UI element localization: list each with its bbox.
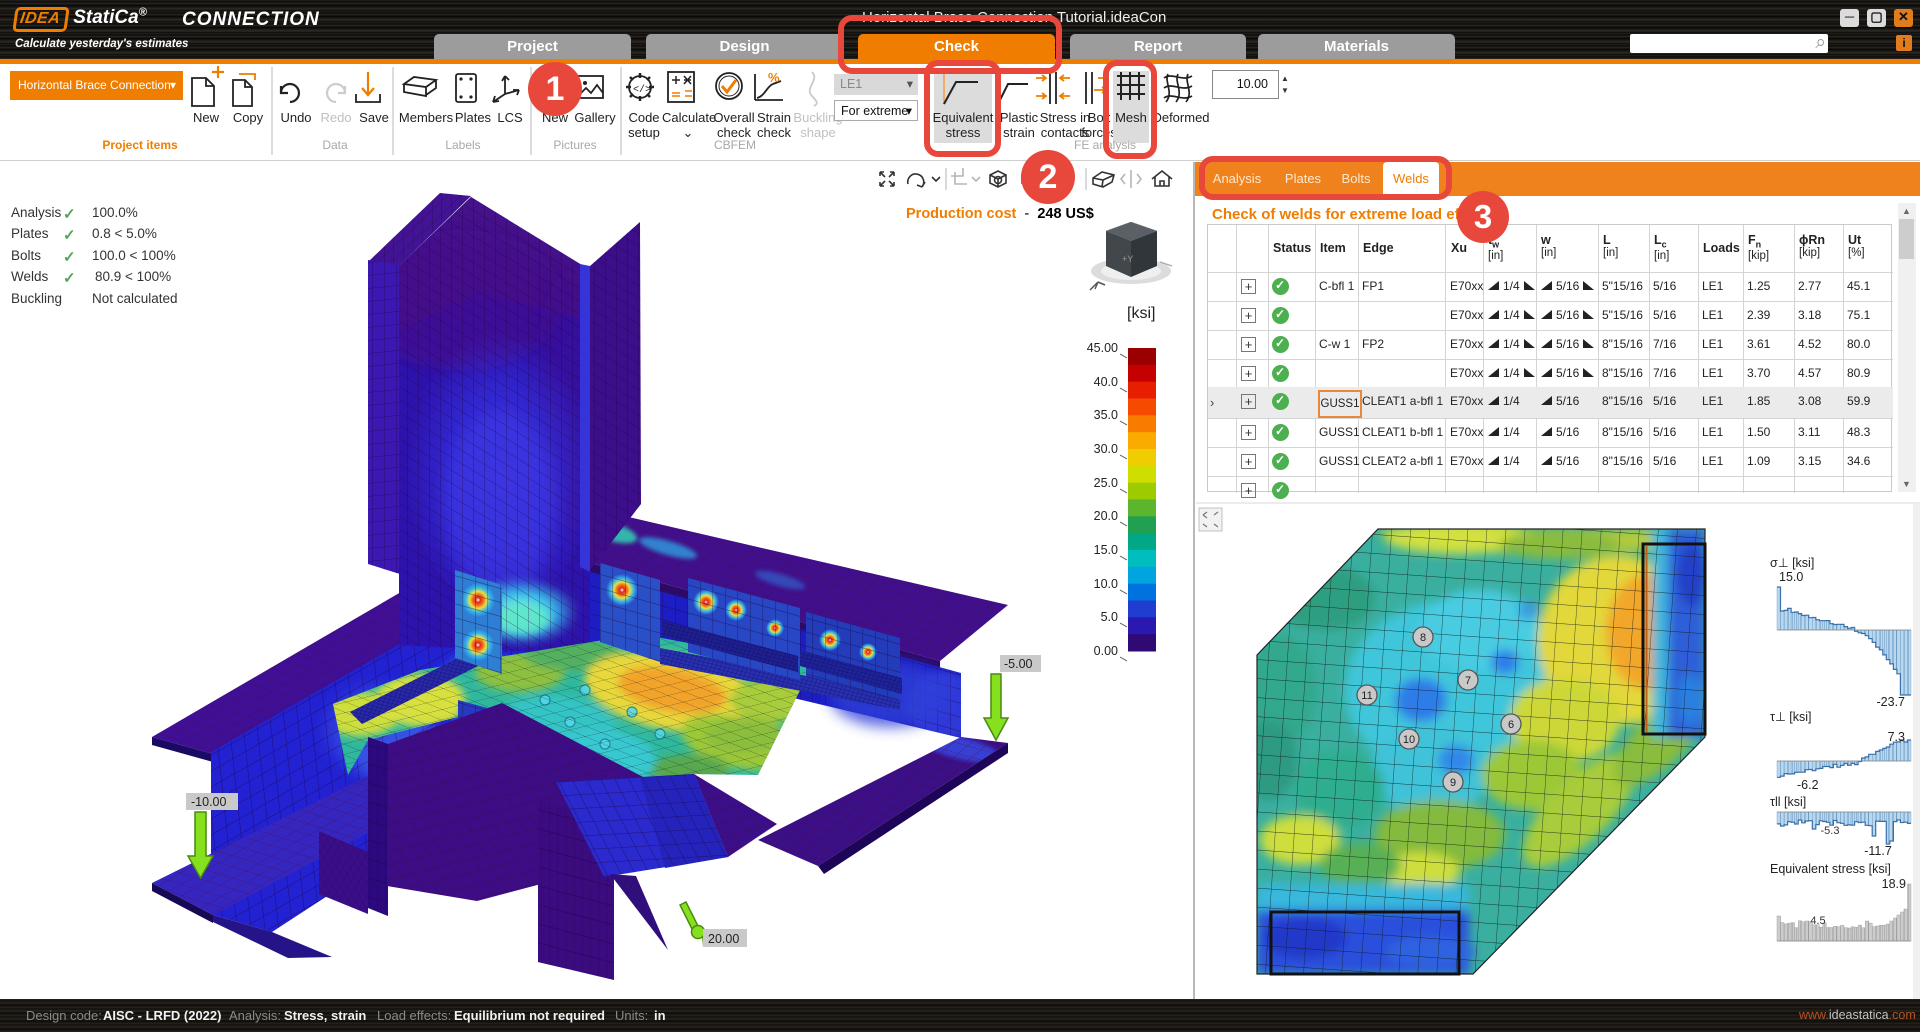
svg-text:[ksi]: [ksi] [1127,305,1155,322]
svg-text:45.00: 45.00 [1087,341,1118,355]
svg-text:20.00: 20.00 [708,932,739,946]
svg-text:Equivalent stress [ksi]: Equivalent stress [ksi] [1770,862,1891,876]
svg-text:τ⊥ [ksi]: τ⊥ [ksi] [1770,710,1812,724]
svg-text:11: 11 [1361,690,1372,702]
svg-text:10: 10 [1403,734,1415,746]
svg-text:-5.3: -5.3 [1821,825,1840,837]
svg-text:τll [ksi]: τll [ksi] [1770,795,1806,809]
svg-text:0.00: 0.00 [1094,644,1118,658]
svg-text:30.0: 30.0 [1094,442,1118,456]
svg-text:4.5: 4.5 [1810,915,1825,927]
svg-text:6: 6 [1508,719,1514,731]
svg-text:-23.7: -23.7 [1877,695,1906,709]
svg-text:25.0: 25.0 [1094,476,1118,490]
svg-text:σ⊥ [ksi]: σ⊥ [ksi] [1770,556,1814,570]
svg-text:9: 9 [1450,777,1456,789]
svg-text:40.0: 40.0 [1094,375,1118,389]
svg-text:35.0: 35.0 [1094,408,1118,422]
svg-text:20.0: 20.0 [1094,509,1118,523]
svg-text:15.0: 15.0 [1094,543,1118,557]
svg-text:%: % [768,70,780,85]
svg-text:7.3: 7.3 [1888,730,1905,744]
svg-text:-11.7: -11.7 [1864,844,1892,858]
svg-text:18.9: 18.9 [1882,877,1906,891]
svg-text:10.0: 10.0 [1094,577,1118,591]
svg-text:5.0: 5.0 [1101,610,1118,624]
svg-text:7: 7 [1465,675,1471,687]
svg-text:-6.2: -6.2 [1797,778,1819,792]
svg-text:+Y: +Y [1122,254,1133,264]
svg-text:-5.00: -5.00 [1004,657,1033,671]
svg-text:15.0: 15.0 [1779,570,1803,584]
svg-text:8: 8 [1420,632,1426,644]
svg-text:</>: </> [633,84,651,96]
svg-text:-10.00: -10.00 [191,795,226,809]
